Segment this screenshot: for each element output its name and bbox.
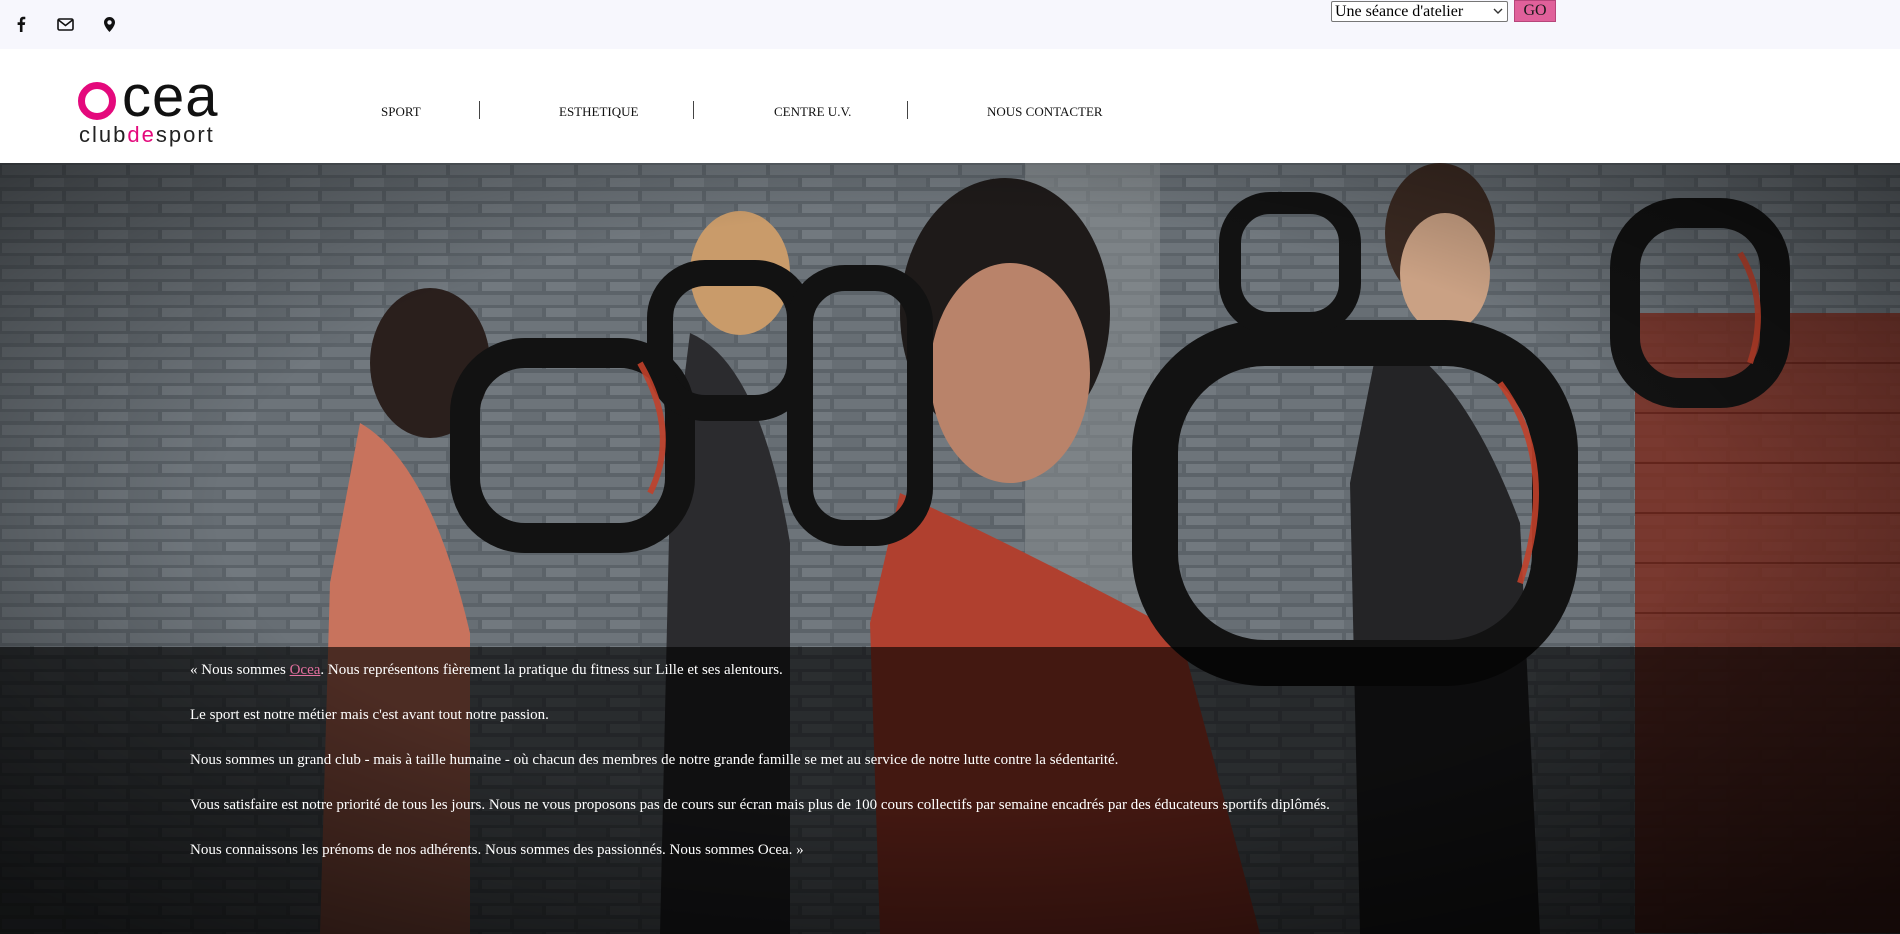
logo-tagline: clubdesport [79, 123, 215, 147]
mail-icon[interactable] [56, 14, 74, 34]
nav-item-centre-uv[interactable]: CENTRE U.V. [774, 104, 851, 120]
intro-paragraph: Vous satisfaire est notre priorité de to… [190, 797, 1330, 813]
ocea-link[interactable]: Ocea [290, 662, 321, 678]
atelier-select-value: Une séance d'atelier [1335, 3, 1464, 20]
intro-paragraph: Le sport est notre métier mais c'est ava… [190, 707, 549, 723]
intro-paragraph: Nous sommes un grand club - mais à taill… [190, 752, 1119, 768]
top-bar: Une séance d'atelier GO [0, 0, 1900, 49]
atelier-select[interactable]: Une séance d'atelier [1331, 1, 1508, 22]
nav-separator [907, 101, 908, 119]
intro-p1-before: « Nous sommes [190, 662, 290, 678]
logo-tagline-de: de [127, 122, 156, 147]
hero-banner: « Nous sommes Ocea. Nous représentons fi… [0, 163, 1900, 934]
logo-tagline-club: club [79, 122, 128, 147]
intro-paragraph: « Nous sommes Ocea. Nous représentons fi… [190, 661, 783, 679]
site-header: cea clubdesport SPORT ESTHETIQUE CENTRE … [0, 49, 1900, 163]
logo-word: cea [122, 64, 219, 129]
nav-item-nous-contacter[interactable]: NOUS CONTACTER [987, 104, 1103, 120]
facebook-icon[interactable] [12, 14, 30, 34]
go-button[interactable]: GO [1514, 0, 1556, 22]
nav-separator [479, 101, 480, 119]
nav-separator [693, 101, 694, 119]
chevron-down-icon [1493, 8, 1503, 14]
intro-paragraph: Nous connaissons les prénoms de nos adhé… [190, 842, 804, 858]
logo-o-ring [78, 82, 116, 120]
map-pin-icon[interactable] [100, 14, 118, 34]
ocea-logo[interactable]: cea clubdesport [76, 68, 246, 148]
nav-item-esthetique[interactable]: ESTHETIQUE [559, 104, 638, 120]
intro-text-band: « Nous sommes Ocea. Nous représentons fi… [0, 647, 1900, 934]
intro-p1-after: . Nous représentons fièrement la pratiqu… [320, 662, 783, 678]
nav-item-sport[interactable]: SPORT [381, 104, 421, 120]
logo-tagline-sport: sport [155, 122, 215, 147]
